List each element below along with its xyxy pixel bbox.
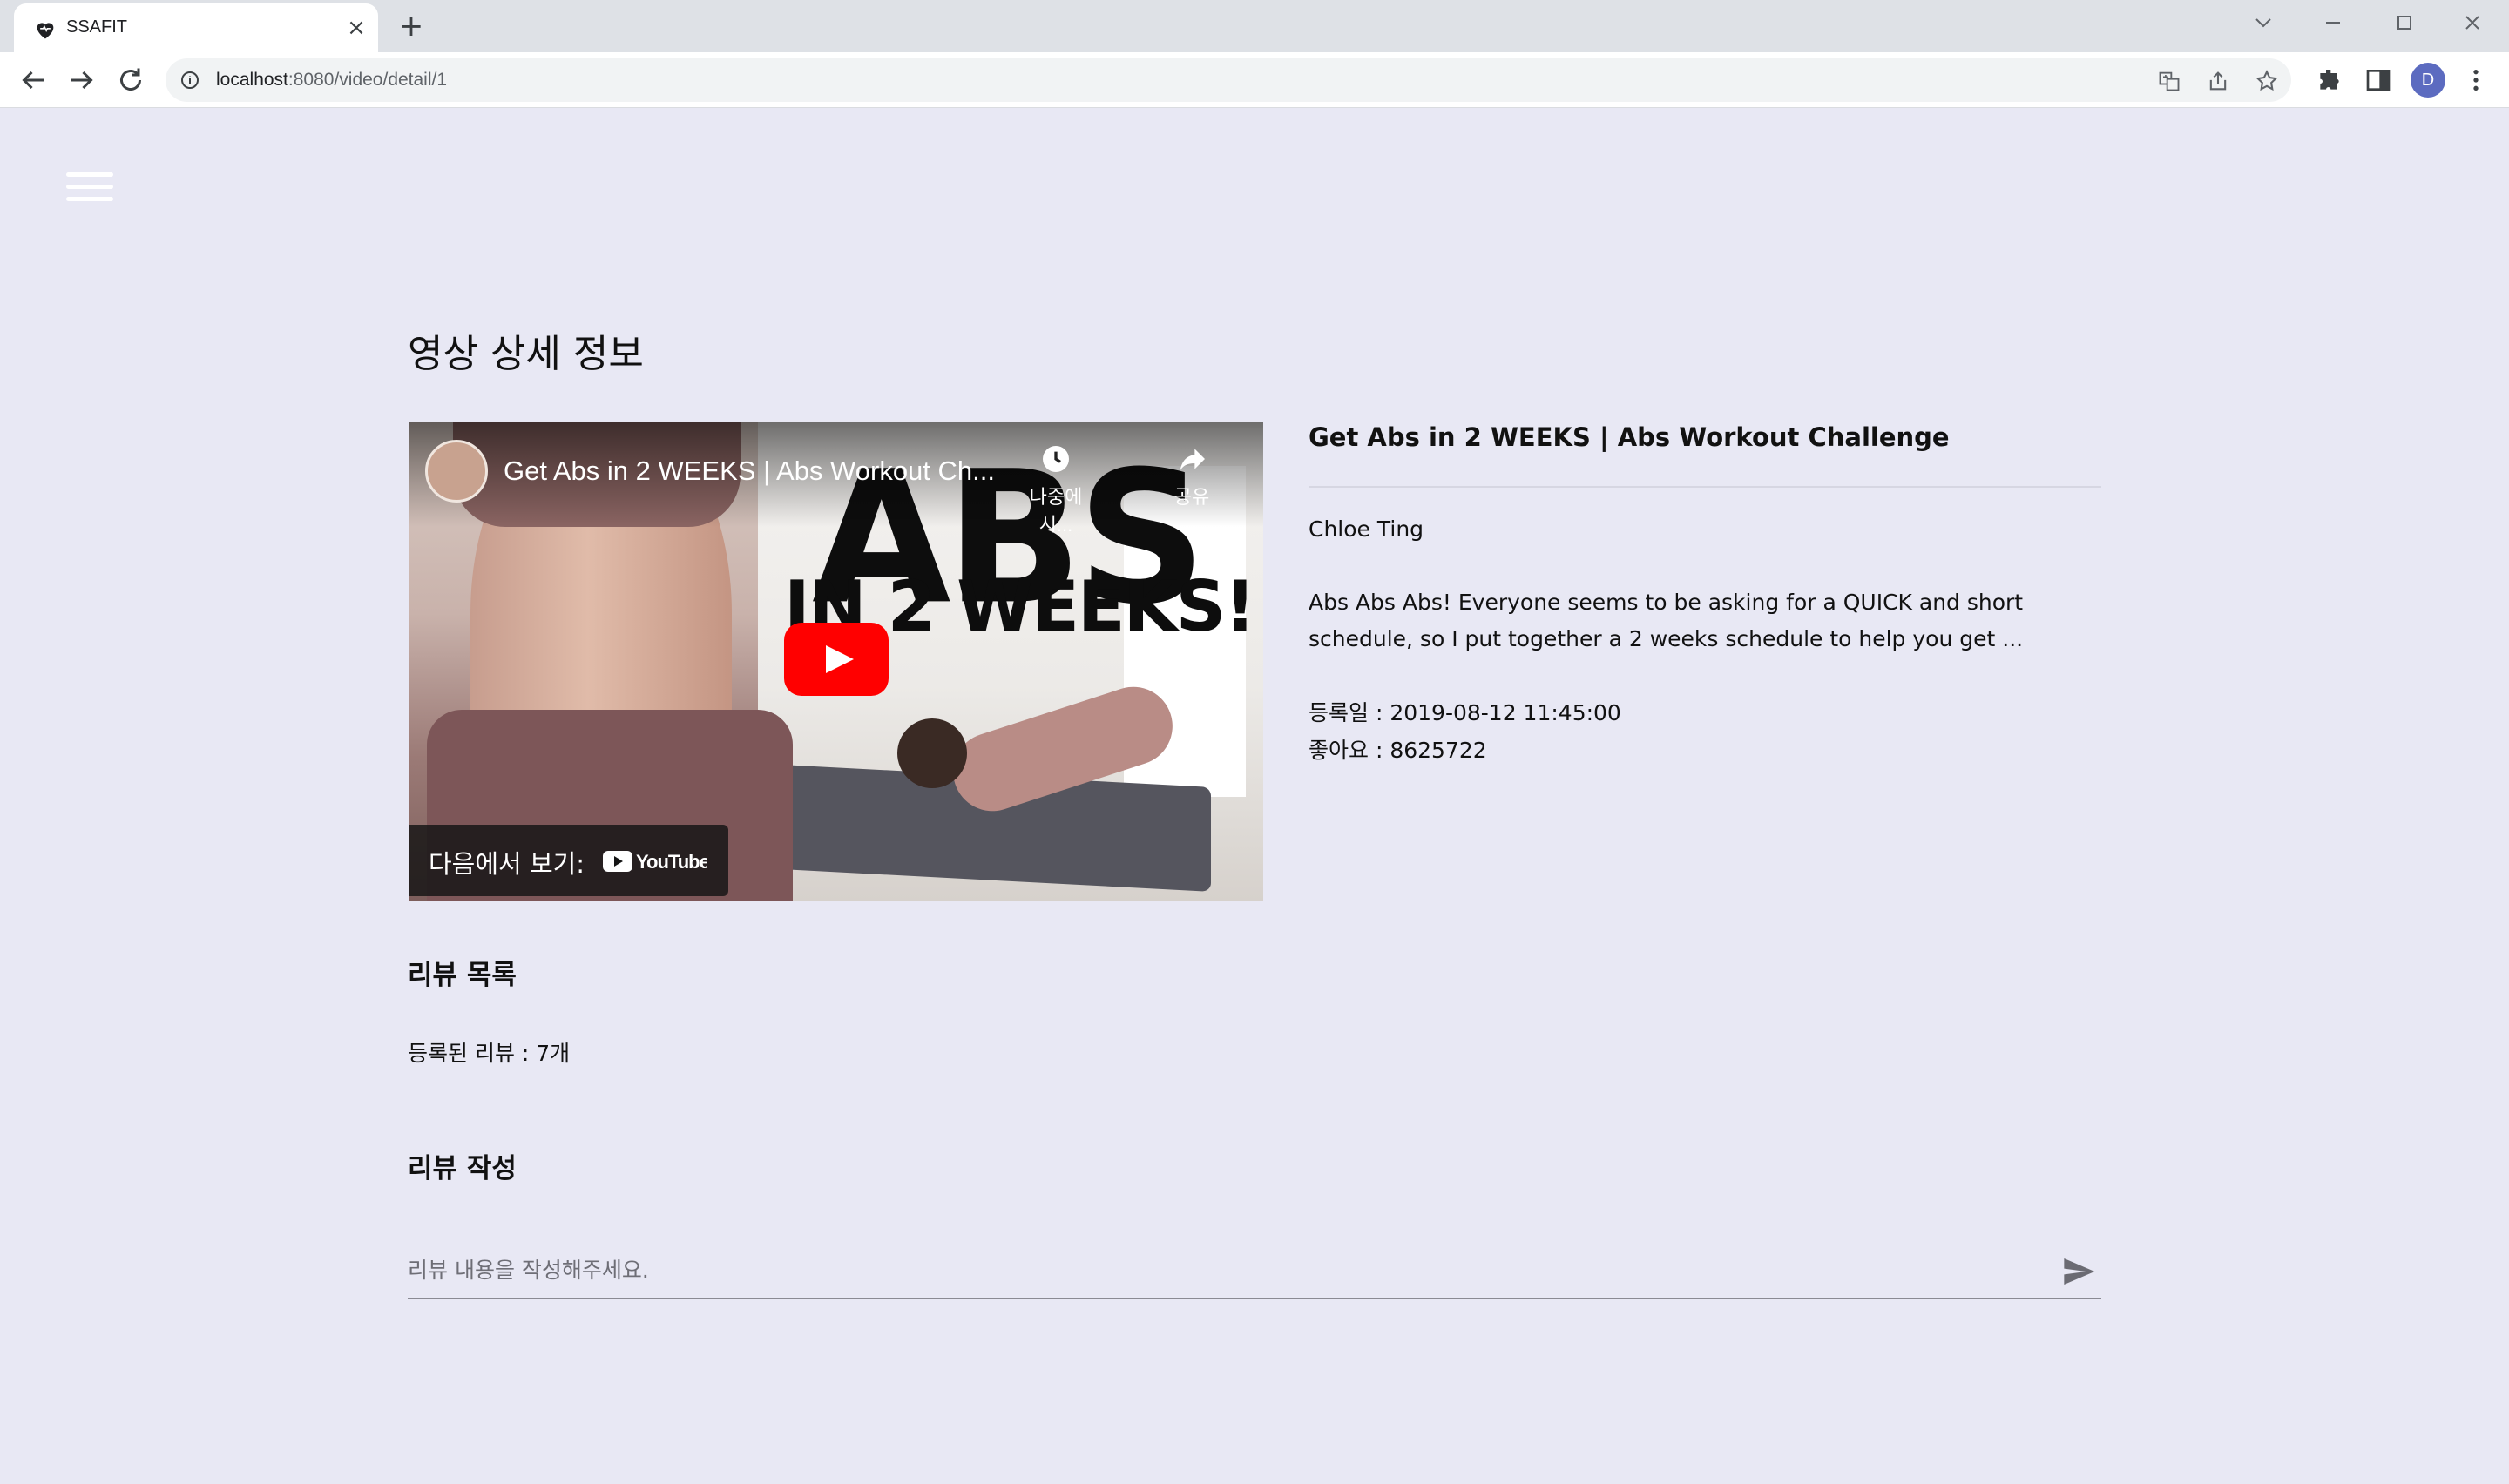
tab-title: SSAFIT <box>66 17 128 37</box>
watch-on-label: 다음에서 보기: <box>429 849 585 879</box>
svg-text:YouTube: YouTube <box>636 851 707 873</box>
youtube-logo-icon: YouTube <box>603 851 707 873</box>
browser-menu-icon[interactable] <box>2462 66 2490 94</box>
browser-tab[interactable]: SSAFIT × <box>14 3 378 52</box>
page-title: 영상 상세 정보 <box>408 332 644 376</box>
youtube-video-player[interactable]: ABS IN 2 WEEKS! Get Abs in 2 WEEKS | Abs… <box>409 422 1263 901</box>
channel-name: Chloe Ting <box>1309 516 1424 542</box>
browser-tabstrip: SSAFIT × + <box>0 0 2509 52</box>
share-video-button[interactable]: 공유 <box>1148 442 1235 509</box>
close-window-icon[interactable] <box>2448 3 2497 42</box>
share-label: 공유 <box>1173 486 1210 508</box>
forward-arrow-icon[interactable] <box>66 64 98 96</box>
video-title: Get Abs in 2 WEEKS | Abs Workout Challen… <box>1309 422 1950 452</box>
share-page-icon[interactable] <box>2206 69 2230 93</box>
review-input[interactable] <box>408 1252 2019 1287</box>
send-icon[interactable] <box>2059 1254 2098 1289</box>
side-panel-icon[interactable] <box>2364 66 2392 94</box>
watch-later-label: 나중에 시... <box>1029 486 1083 536</box>
review-form <box>408 1245 2101 1299</box>
watch-on-youtube-button[interactable]: 다음에서 보기: YouTube <box>409 825 728 896</box>
heart-favicon-icon <box>37 23 54 39</box>
watch-later-button[interactable]: 나중에 시... <box>1012 442 1099 537</box>
review-count: 등록된 리뷰 : 7개 <box>408 1041 571 1066</box>
site-info-icon[interactable] <box>179 70 200 91</box>
browser-toolbar: localhost:8080/video/detail/1 D <box>0 52 2509 108</box>
extensions-puzzle-icon[interactable] <box>2316 66 2343 94</box>
url-text: localhost:8080/video/detail/1 <box>216 70 448 90</box>
minimize-icon[interactable] <box>2309 3 2357 42</box>
video-thumbnail-figure-head <box>897 718 967 788</box>
player-video-title[interactable]: Get Abs in 2 WEEKS | Abs Workout Ch... <box>504 455 995 487</box>
review-write-heading: 리뷰 작성 <box>408 1153 517 1184</box>
address-bar[interactable]: localhost:8080/video/detail/1 <box>166 58 2291 102</box>
profile-avatar[interactable]: D <box>2411 63 2445 98</box>
tab-close-icon[interactable]: × <box>342 13 371 43</box>
translate-icon[interactable] <box>2157 69 2181 93</box>
like-count: 좋아요 : 8625722 <box>1309 738 1487 763</box>
clock-icon <box>1043 446 1069 472</box>
new-tab-icon[interactable]: + <box>394 9 429 44</box>
registered-date: 등록일 : 2019-08-12 11:45:00 <box>1309 700 1621 725</box>
channel-avatar[interactable] <box>425 440 488 503</box>
restore-icon[interactable] <box>2380 3 2429 42</box>
bookmark-star-icon[interactable] <box>2255 69 2279 93</box>
back-arrow-icon[interactable] <box>17 64 49 96</box>
details-divider <box>1309 486 2101 488</box>
hamburger-menu-icon[interactable] <box>63 171 117 204</box>
youtube-play-button-icon[interactable] <box>784 623 889 696</box>
share-arrow-icon <box>1180 449 1205 471</box>
review-list-heading: 리뷰 목록 <box>408 960 517 991</box>
tab-search-chevron-icon[interactable] <box>2239 3 2288 42</box>
reload-icon[interactable] <box>115 64 146 96</box>
video-description: Abs Abs Abs! Everyone seems to be asking… <box>1309 590 2024 651</box>
